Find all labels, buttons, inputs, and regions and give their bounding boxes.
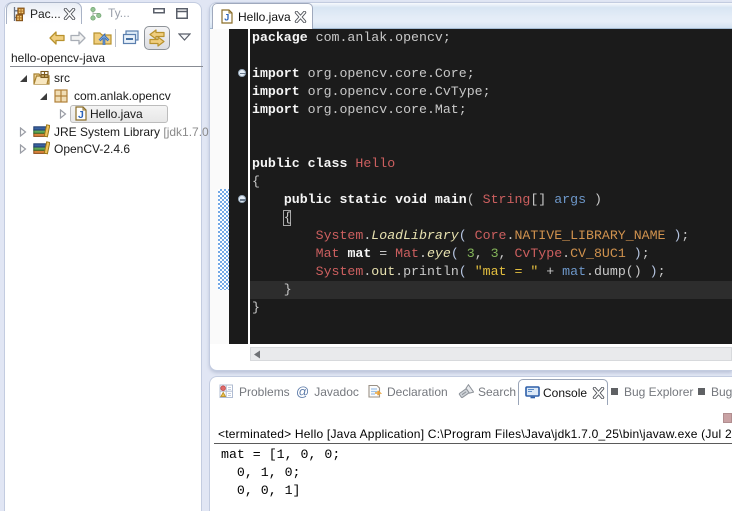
svg-text:J: J [78,109,84,121]
svg-text:J: J [224,13,229,23]
